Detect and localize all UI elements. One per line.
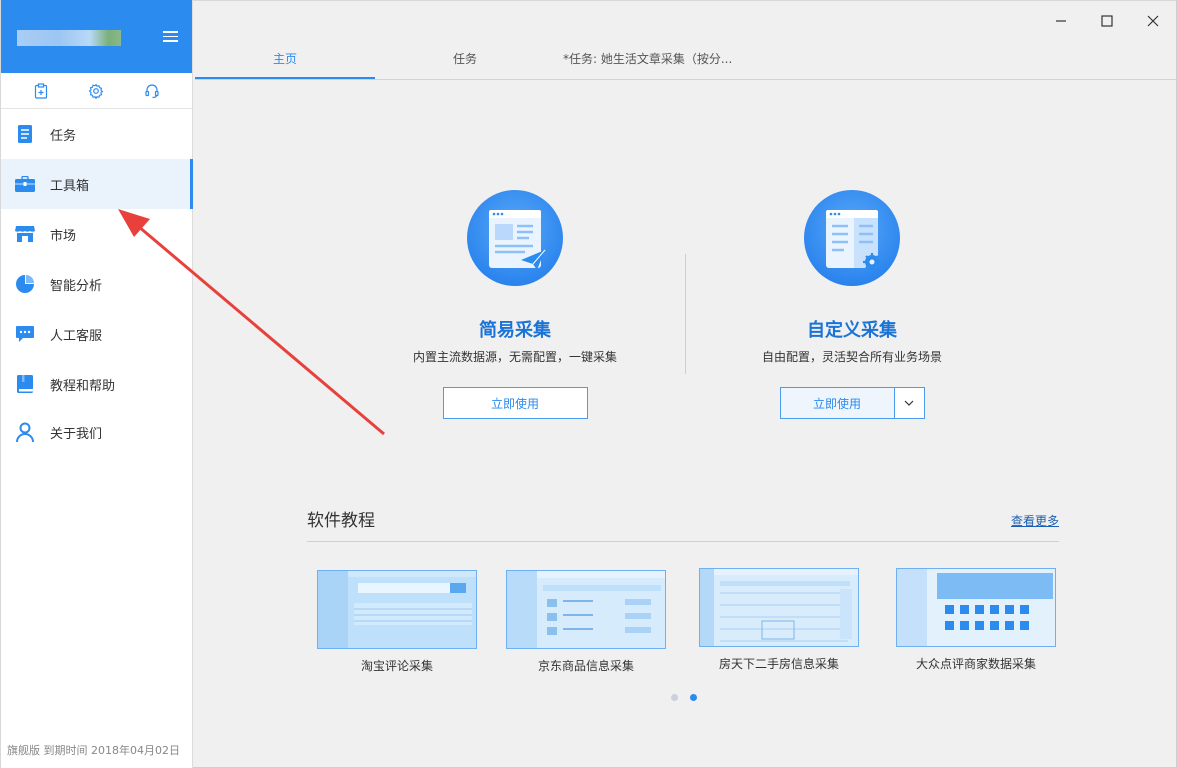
tutorial-thumbnail (506, 570, 666, 649)
custom-collect-icon (804, 190, 900, 286)
custom-collect-title: 自定义采集 (807, 320, 897, 341)
simple-collect-desc: 内置主流数据源，无需配置，一键采集 (412, 350, 617, 364)
logo-bar (1, 0, 192, 73)
pie-chart-icon (15, 274, 35, 294)
sidebar: 任务 工具箱 市场 智能分析 人工客服 教程和帮助 关于我们 旗舰版 到期时间 … (0, 0, 193, 768)
sidebar-item-toolbox[interactable]: 工具箱 (1, 159, 193, 209)
simple-collect-icon (467, 190, 563, 286)
tutorial-card-dianping[interactable]: 大众点评商家数据采集 (896, 568, 1056, 672)
view-more-link[interactable]: 查看更多 (1011, 512, 1059, 541)
tutorial-carousel: 淘宝评论采集 京东商品信息采集 房天下二手房信息采集 大众点评商家数据采集 (307, 568, 1059, 680)
divider (685, 254, 686, 374)
headset-icon[interactable] (137, 76, 167, 106)
sidebar-item-label: 人工客服 (50, 328, 103, 344)
book-icon (15, 374, 35, 394)
pager-dot-active[interactable] (690, 694, 697, 701)
gear-icon[interactable] (81, 76, 111, 106)
maximize-icon (1101, 15, 1113, 27)
minimize-button[interactable] (1038, 1, 1084, 41)
sidebar-item-help[interactable]: 教程和帮助 (1, 359, 192, 409)
sidebar-item-label: 智能分析 (50, 278, 103, 294)
logo (17, 30, 121, 46)
tutorial-section: 软件教程 查看更多 淘宝评论采集 京东商品信息采集 房天下二手房信息采集 大众点… (307, 508, 1059, 701)
tab-task-editor[interactable]: *任务: 她生活文章采集（按分... (555, 40, 745, 79)
sidebar-toolbar (1, 73, 192, 109)
custom-collect-dropdown[interactable] (893, 388, 924, 418)
tutorial-caption: 淘宝评论采集 (360, 659, 433, 673)
sidebar-item-label: 工具箱 (50, 178, 90, 194)
chat-icon (15, 324, 35, 344)
tutorial-card-taobao[interactable]: 淘宝评论采集 (317, 570, 477, 674)
tutorial-card-fang[interactable]: 房天下二手房信息采集 (699, 568, 859, 672)
tutorial-header: 软件教程 查看更多 (307, 508, 1059, 542)
carousel-pager (671, 694, 697, 701)
top-bar: 主页 任务 *任务: 她生活文章采集（按分... (193, 0, 1176, 80)
user-icon (15, 422, 35, 442)
close-button[interactable] (1130, 1, 1176, 41)
sidebar-item-label: 关于我们 (50, 426, 103, 442)
sidebar-item-tasks[interactable]: 任务 (1, 109, 192, 159)
sidebar-item-about[interactable]: 关于我们 (1, 409, 192, 455)
tutorial-thumbnail (896, 568, 1056, 647)
toolbox-icon (15, 174, 35, 194)
custom-collect-card: 自定义采集 自由配置，灵活契合所有业务场景 立即使用 (732, 190, 972, 419)
sidebar-item-market[interactable]: 市场 (1, 209, 192, 259)
tutorial-title: 软件教程 (307, 511, 375, 531)
main-panel: 主页 任务 *任务: 她生活文章采集（按分... 简易采集 内置主流数据源，无需… (193, 0, 1177, 768)
sidebar-item-label: 教程和帮助 (50, 378, 116, 394)
window-controls (1038, 1, 1176, 41)
tutorial-caption: 京东商品信息采集 (537, 659, 634, 673)
tutorial-caption: 大众点评商家数据采集 (915, 657, 1036, 671)
custom-collect-use-button[interactable]: 立即使用 (781, 388, 894, 418)
tutorial-thumbnail (699, 568, 859, 647)
custom-collect-desc: 自由配置，灵活契合所有业务场景 (761, 350, 942, 364)
close-icon (1147, 15, 1159, 27)
maximize-button[interactable] (1084, 1, 1130, 41)
clipboard-add-icon[interactable] (26, 76, 56, 106)
pager-dot[interactable] (671, 694, 678, 701)
tutorial-thumbnail (317, 570, 477, 649)
simple-collect-title: 简易采集 (479, 320, 551, 341)
license-expiry-text: 旗舰版 到期时间 2018年04月02日 (7, 744, 180, 757)
tab-home[interactable]: 主页 (195, 40, 375, 79)
sidebar-item-support[interactable]: 人工客服 (1, 309, 192, 359)
tab-bar: 主页 任务 *任务: 她生活文章采集（按分... (195, 40, 1176, 80)
collection-modes: 简易采集 内置主流数据源，无需配置，一键采集 立即使用 自定义采集 自由配置，灵… (193, 190, 1177, 430)
sidebar-item-label: 任务 (50, 128, 77, 144)
tutorial-card-jd[interactable]: 京东商品信息采集 (506, 570, 666, 674)
sidebar-item-analysis[interactable]: 智能分析 (1, 259, 192, 309)
minimize-icon (1056, 20, 1066, 22)
store-icon (15, 224, 35, 244)
document-icon (15, 124, 35, 144)
sidebar-item-label: 市场 (50, 228, 77, 244)
sidebar-nav: 任务 工具箱 市场 智能分析 人工客服 教程和帮助 关于我们 (1, 109, 193, 455)
tutorial-caption: 房天下二手房信息采集 (718, 657, 839, 671)
simple-collect-card: 简易采集 内置主流数据源，无需配置，一键采集 立即使用 (395, 190, 635, 419)
tab-tasks[interactable]: 任务 (375, 40, 555, 79)
custom-collect-split-button: 立即使用 (779, 387, 925, 419)
menu-icon[interactable] (163, 31, 178, 42)
chevron-down-icon (904, 400, 914, 406)
simple-collect-use-button[interactable]: 立即使用 (442, 387, 588, 419)
